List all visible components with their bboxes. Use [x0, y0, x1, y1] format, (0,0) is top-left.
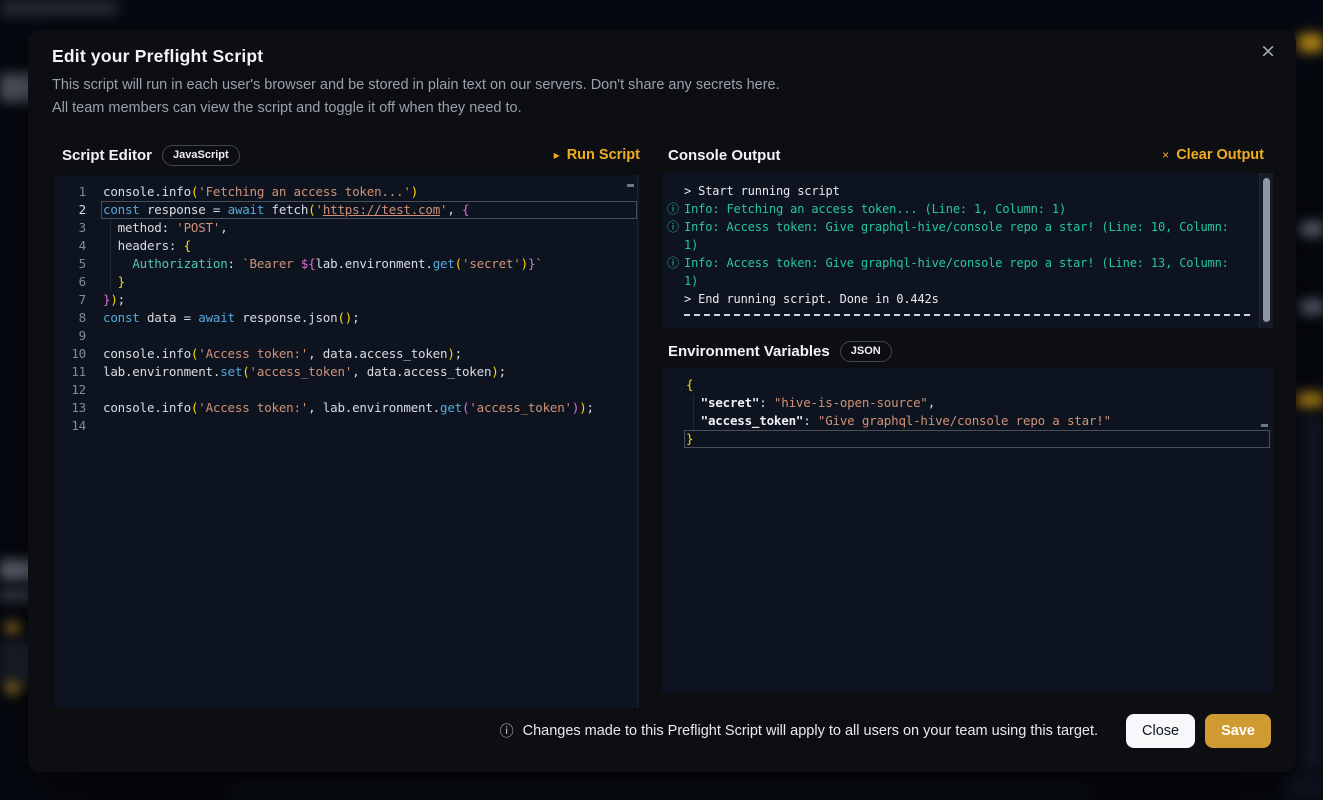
- indent-guide: [693, 394, 694, 430]
- log-indent: [666, 290, 684, 308]
- line-number: 5: [54, 255, 86, 273]
- overview-ruler-mark: [627, 184, 634, 187]
- footer-note: ⓘ Changes made to this Preflight Script …: [500, 721, 1098, 741]
- line-number: 3: [54, 219, 86, 237]
- env-json-line-3[interactable]: "access_token": "Give graphql-hive/conso…: [662, 412, 1273, 430]
- info-icon: ⓘ: [666, 200, 684, 218]
- script-editor-title: Script Editor: [62, 147, 152, 164]
- environment-variables-editor[interactable]: { "secret": "hive-is-open-source", "acce…: [662, 368, 1273, 693]
- language-badge: JavaScript: [162, 145, 240, 166]
- console-info-entry: ⓘInfo: Access token: Give graphql-hive/c…: [666, 218, 1273, 254]
- play-icon: ▸: [554, 148, 560, 162]
- console-info-entry: ⓘInfo: Access token: Give graphql-hive/c…: [666, 254, 1273, 290]
- background-blur-blob: [6, 682, 20, 694]
- line-number: 2: [54, 201, 86, 219]
- preflight-script-modal: × Edit your Preflight Script This script…: [28, 30, 1296, 772]
- console-log-entry: > Start running script: [666, 182, 1273, 200]
- code-line-2[interactable]: 2const response = await fetch('https://t…: [54, 201, 640, 219]
- line-number: 11: [54, 363, 86, 381]
- background-blur-blob: [1296, 392, 1323, 408]
- environment-variables-lines: { "secret": "hive-is-open-source", "acce…: [662, 368, 1273, 448]
- save-button[interactable]: Save: [1205, 714, 1271, 748]
- code-line-14[interactable]: 14: [54, 417, 640, 435]
- code-line-4[interactable]: 4 headers: {: [54, 237, 640, 255]
- indent-guide: [110, 219, 111, 291]
- background-blur-blob: [1285, 772, 1323, 800]
- info-icon: ⓘ: [500, 721, 514, 741]
- console-scrollbar[interactable]: [1259, 173, 1273, 328]
- console-entry-text: Info: Access token: Give graphql-hive/co…: [684, 218, 1240, 254]
- code-line-8[interactable]: 8const data = await response.json();: [54, 309, 640, 327]
- run-script-label: Run Script: [567, 147, 640, 163]
- line-number: 6: [54, 273, 86, 291]
- run-script-button[interactable]: ▸ Run Script: [554, 142, 640, 168]
- close-icon[interactable]: ×: [1260, 42, 1276, 61]
- console-entry-text: Info: Fetching an access token... (Line:…: [684, 200, 1240, 218]
- line-number: 8: [54, 309, 86, 327]
- env-json-line-2[interactable]: "secret": "hive-is-open-source",: [662, 394, 1273, 412]
- log-indent: [666, 182, 684, 200]
- code-line-5[interactable]: 5 Authorization: `Bearer ${lab.environme…: [54, 255, 640, 273]
- console-entry-text: > Start running script: [684, 182, 1240, 200]
- background-blur-blob: [6, 622, 20, 634]
- modal-footer: ⓘ Changes made to this Preflight Script …: [500, 714, 1271, 748]
- code-line-10[interactable]: 10console.info('Access token:', data.acc…: [54, 345, 640, 363]
- env-json-line-1[interactable]: {: [662, 376, 1273, 394]
- script-editor[interactable]: 1console.info('Fetching an access token.…: [54, 175, 640, 708]
- background-blur-blob: [1298, 34, 1323, 52]
- code-line-13[interactable]: 13console.info('Access token:', lab.envi…: [54, 399, 640, 417]
- modal-description-line: All team members can view the script and…: [52, 97, 780, 120]
- env-json-line-4[interactable]: }: [662, 430, 1273, 448]
- line-number: 14: [54, 417, 86, 435]
- footer-note-text: Changes made to this Preflight Script wi…: [523, 723, 1098, 739]
- code-line-7[interactable]: 7});: [54, 291, 640, 309]
- clear-icon: ×: [1162, 148, 1169, 162]
- console-info-entry: ⓘInfo: Fetching an access token... (Line…: [666, 200, 1273, 218]
- console-scrollbar-thumb[interactable]: [1263, 178, 1270, 322]
- code-line-6[interactable]: 6 }: [54, 273, 640, 291]
- console-output[interactable]: > Start running scriptⓘInfo: Fetching an…: [662, 173, 1273, 328]
- environment-variables-title: Environment Variables: [668, 343, 830, 360]
- script-editor-header: Script Editor JavaScript: [62, 142, 240, 168]
- line-number: 10: [54, 345, 86, 363]
- format-badge: JSON: [840, 341, 892, 362]
- line-number: 4: [54, 237, 86, 255]
- code-line-12[interactable]: 12: [54, 381, 640, 399]
- clear-output-button[interactable]: × Clear Output: [1162, 142, 1264, 168]
- line-number: 1: [54, 183, 86, 201]
- info-icon: ⓘ: [666, 254, 684, 290]
- clear-output-label: Clear Output: [1176, 147, 1264, 163]
- background-blur-blob: [1300, 222, 1323, 236]
- line-number: 13: [54, 399, 86, 417]
- console-entries: > Start running scriptⓘInfo: Fetching an…: [662, 173, 1273, 316]
- background-blur-blob: [1300, 300, 1323, 314]
- environment-variables-header: Environment Variables JSON: [668, 338, 892, 364]
- code-line-9[interactable]: 9: [54, 327, 640, 345]
- background-blur-blob: [1300, 415, 1323, 770]
- code-line-11[interactable]: 11lab.environment.set('access_token', da…: [54, 363, 640, 381]
- console-entry-text: Info: Access token: Give graphql-hive/co…: [684, 254, 1240, 290]
- modal-description-line: This script will run in each user's brow…: [52, 74, 780, 97]
- console-output-header: Console Output: [668, 142, 781, 168]
- code-line-3[interactable]: 3 method: 'POST',: [54, 219, 640, 237]
- close-button[interactable]: Close: [1126, 714, 1195, 748]
- overview-ruler-mark: [1261, 424, 1268, 427]
- background-blur-blob: [0, 0, 118, 16]
- line-number: 9: [54, 327, 86, 345]
- console-entry-text: > End running script. Done in 0.442s: [684, 290, 1240, 308]
- modal-title: Edit your Preflight Script: [52, 46, 263, 67]
- background-blur-blob: [230, 782, 1090, 800]
- modal-description: This script will run in each user's brow…: [52, 74, 780, 120]
- console-separator: [684, 314, 1250, 316]
- line-number: 7: [54, 291, 86, 309]
- code-line-1[interactable]: 1console.info('Fetching an access token.…: [54, 183, 640, 201]
- line-number: 12: [54, 381, 86, 399]
- info-icon: ⓘ: [666, 218, 684, 254]
- script-editor-lines: 1console.info('Fetching an access token.…: [54, 175, 640, 435]
- console-log-entry: > End running script. Done in 0.442s: [666, 290, 1273, 308]
- console-output-title: Console Output: [668, 147, 781, 164]
